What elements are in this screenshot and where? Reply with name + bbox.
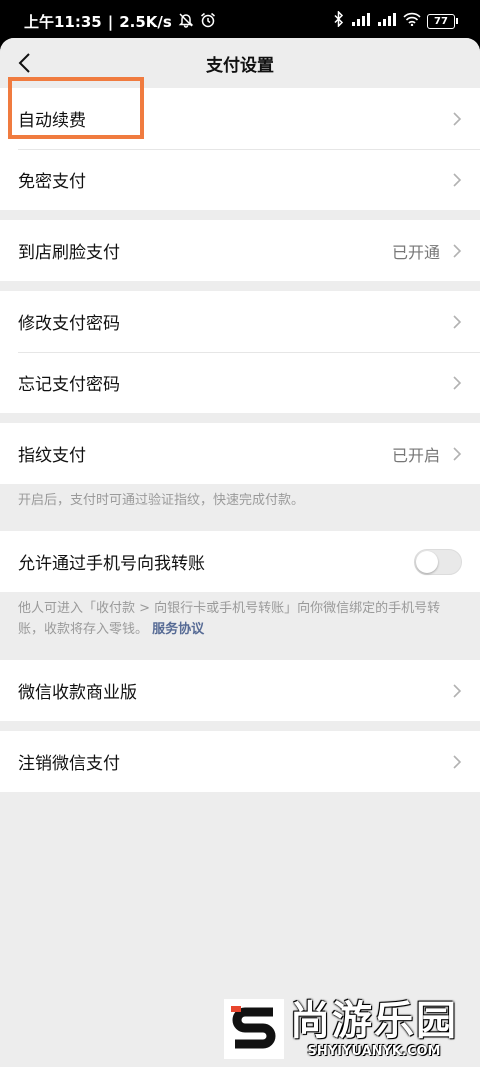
bluetooth-icon: [333, 10, 345, 31]
watermark-brand: 尚游乐园: [290, 998, 458, 1044]
chevron-right-icon: [453, 314, 462, 329]
status-separator: |: [107, 12, 114, 31]
row-face-payment[interactable]: 到店刷脸支付 已开通: [0, 220, 480, 281]
row-label: 指纹支付: [18, 446, 86, 466]
phone-transfer-toggle[interactable]: [414, 548, 462, 575]
watermark-logo: [224, 998, 284, 1059]
watermark-domain: SHYIYUANYK.COM: [307, 1044, 441, 1059]
nav-bar: 支付设置: [0, 38, 480, 88]
chevron-right-icon: [453, 375, 462, 390]
mute-bell-icon: [178, 12, 194, 32]
battery-level: 77: [427, 13, 455, 29]
row-fingerprint-payment[interactable]: 指纹支付 已开启: [0, 423, 480, 484]
row-label: 到店刷脸支付: [18, 243, 120, 263]
settings-group-business: 微信收款商业版: [0, 660, 480, 721]
status-time: 上午11:35: [24, 13, 102, 31]
row-password-free-payment[interactable]: 免密支付: [0, 149, 480, 210]
settings-group-phone-transfer: 允许通过手机号向我转账: [0, 531, 480, 592]
fingerprint-hint: 开启后，支付时可通过验证指纹，快速完成付款。: [0, 484, 480, 521]
chevron-right-icon: [453, 172, 462, 187]
row-status-value: 已开通: [391, 242, 440, 262]
row-forgot-password[interactable]: 忘记支付密码: [0, 352, 480, 413]
wifi-icon: [403, 12, 421, 30]
row-label: 注销微信支付: [18, 754, 120, 774]
row-deactivate-wechat-pay[interactable]: 注销微信支付: [0, 731, 480, 792]
row-label: 忘记支付密码: [18, 375, 120, 395]
row-allow-phone-transfer: 允许通过手机号向我转账: [0, 531, 480, 592]
settings-group-fingerprint: 指纹支付 已开启: [0, 423, 480, 484]
battery-icon: 77: [427, 13, 458, 29]
row-business-collection[interactable]: 微信收款商业版: [0, 660, 480, 721]
row-status-value: 已开启: [391, 445, 440, 465]
signal-icon: [377, 12, 397, 30]
status-right: 77: [333, 10, 458, 31]
payment-settings-screen: 支付设置 自动续费 免密支付 到店刷脸支付 已开通 修改支付密码 忘记支付密码: [0, 38, 480, 1067]
page-title: 支付设置: [206, 56, 274, 76]
service-agreement-link[interactable]: 服务协议: [152, 622, 204, 637]
phone-transfer-hint: 他人可进入「收付款 > 向银行卡或手机号转账」向你微信绑定的手机号转账，收款将存…: [0, 592, 480, 650]
row-label: 微信收款商业版: [18, 683, 137, 703]
row-label: 免密支付: [18, 172, 86, 192]
status-left: 上午11:35 | 2.5K/s: [24, 11, 216, 32]
status-bar: 上午11:35 | 2.5K/s 77: [0, 0, 480, 38]
settings-group-deactivate: 注销微信支付: [0, 731, 480, 792]
signal-icon: [351, 12, 371, 30]
row-label: 允许通过手机号向我转账: [18, 554, 205, 574]
hint-text: 他人可进入「收付款 > 向银行卡或手机号转账」向你微信绑定的手机号转账，收款将存…: [18, 601, 441, 637]
settings-group-face-pay: 到店刷脸支付 已开通: [0, 220, 480, 281]
toggle-knob: [416, 550, 438, 573]
alarm-icon: [200, 12, 216, 32]
row-label: 自动续费: [18, 111, 86, 131]
settings-group-password: 修改支付密码 忘记支付密码: [0, 291, 480, 413]
chevron-right-icon: [453, 754, 462, 769]
chevron-right-icon: [453, 243, 462, 258]
status-speed: 2.5K/s: [119, 12, 172, 31]
row-auto-renewal[interactable]: 自动续费: [0, 88, 480, 149]
chevron-right-icon: [453, 111, 462, 126]
settings-group-renewal: 自动续费 免密支付: [0, 88, 480, 210]
chevron-right-icon: [453, 446, 462, 461]
chevron-right-icon: [453, 683, 462, 698]
watermark: 尚游乐园 SHYIYUANYK.COM: [224, 998, 458, 1059]
row-change-password[interactable]: 修改支付密码: [0, 291, 480, 352]
row-label: 修改支付密码: [18, 314, 120, 334]
